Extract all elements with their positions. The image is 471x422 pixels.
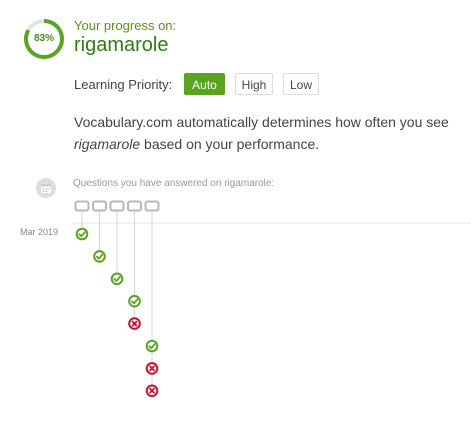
progress-ring: 83% <box>23 18 65 60</box>
question-box <box>74 200 90 212</box>
description: Vocabulary.com automatically determines … <box>74 111 454 155</box>
answer-timeline <box>72 200 471 398</box>
question-box <box>92 200 107 212</box>
progress-percent: 83% <box>33 33 54 44</box>
incorrect-answer-icon <box>145 384 159 398</box>
incorrect-answer-icon <box>145 362 159 375</box>
correct-answer-icon <box>110 272 124 286</box>
description-line2: based on your performance. <box>140 136 320 152</box>
priority-label: Learning Priority: <box>74 77 173 92</box>
correct-answer-icon <box>128 294 141 308</box>
description-word: rigamarole <box>74 136 141 152</box>
priority-high-button[interactable]: High <box>235 73 273 95</box>
question-box <box>109 200 125 212</box>
correct-answer-icon <box>75 227 89 241</box>
question-box <box>144 200 160 212</box>
word-title: rigamarole <box>74 34 169 56</box>
priority-low-button[interactable]: Low <box>283 73 319 95</box>
description-line1: Vocabulary.com automatically determines … <box>74 114 449 130</box>
incorrect-answer-icon <box>128 317 141 330</box>
questions-label: Questions you have answered on rigamarol… <box>73 178 275 189</box>
progress-heading: Your progress on: <box>74 18 177 33</box>
priority-auto-button[interactable]: Auto <box>184 73 225 95</box>
correct-answer-icon <box>145 339 159 353</box>
correct-answer-icon <box>93 250 106 263</box>
question-box <box>127 200 142 212</box>
